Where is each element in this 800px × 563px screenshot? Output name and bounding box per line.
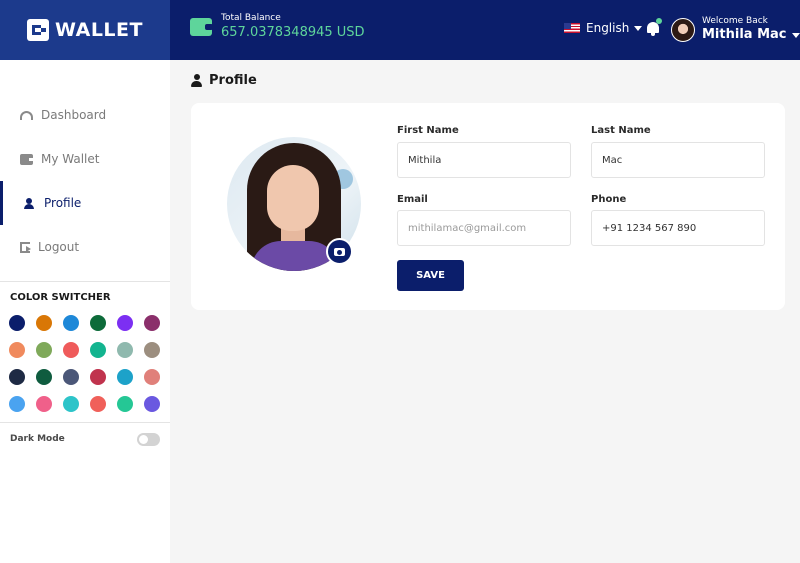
color-swatch[interactable] [90, 396, 106, 412]
first-name-field[interactable] [397, 142, 571, 178]
color-swatch[interactable] [117, 342, 133, 358]
sidebar-item-label: My Wallet [41, 152, 100, 166]
color-swatch[interactable] [117, 369, 133, 385]
wallet-logo-icon [27, 19, 50, 41]
sidebar-item-label: Dashboard [41, 108, 107, 122]
notification-bell-icon[interactable] [646, 18, 662, 37]
color-swatch[interactable] [63, 369, 79, 385]
color-swatch[interactable] [63, 342, 79, 358]
email-field[interactable] [397, 210, 571, 246]
color-swatch[interactable] [9, 396, 25, 412]
sidebar-item-dashboard[interactable]: Dashboard [0, 93, 170, 137]
color-swatch[interactable] [36, 315, 52, 331]
color-swatch[interactable] [63, 396, 79, 412]
phone-label: Phone [591, 194, 627, 205]
dashboard-icon [20, 110, 33, 120]
chevron-down-icon [791, 33, 800, 38]
color-swatch[interactable] [9, 342, 25, 358]
color-swatch[interactable] [90, 369, 106, 385]
total-balance: Total Balance 657.0378348945 USD [190, 12, 365, 41]
sidebar-item-my-wallet[interactable]: My Wallet [0, 137, 170, 181]
first-name-label: First Name [397, 125, 459, 136]
dark-mode-toggle[interactable] [137, 433, 160, 446]
user-name: Mithila Mac [702, 27, 800, 43]
balance-value: 657.0378348945 USD [221, 25, 365, 40]
color-swatch[interactable] [90, 342, 106, 358]
dark-mode-label: Dark Mode [10, 434, 65, 444]
balance-label: Total Balance [221, 13, 281, 23]
color-swatch[interactable] [36, 396, 52, 412]
language-selector[interactable]: English [564, 21, 643, 35]
profile-card: First Name Last Name Email Phone SAVE [191, 103, 785, 310]
sidebar: Dashboard My Wallet Profile Logout COLOR… [0, 60, 170, 563]
camera-icon[interactable] [326, 238, 353, 265]
page-title: Profile [191, 73, 257, 88]
chevron-down-icon [634, 25, 643, 31]
us-flag-icon [564, 23, 580, 33]
notification-dot [656, 18, 662, 24]
color-swatch[interactable] [117, 396, 133, 412]
user-icon [23, 197, 36, 209]
color-swatch[interactable] [117, 315, 133, 331]
last-name-label: Last Name [591, 125, 651, 136]
color-swatch[interactable] [36, 369, 52, 385]
phone-field[interactable] [591, 210, 765, 246]
sidebar-item-logout[interactable]: Logout [0, 225, 170, 269]
color-swatch[interactable] [90, 315, 106, 331]
color-swatch[interactable] [144, 342, 160, 358]
sidebar-item-profile[interactable]: Profile [0, 181, 170, 225]
color-switcher-title: COLOR SWITCHER [10, 292, 111, 303]
divider [0, 422, 170, 423]
color-swatch[interactable] [36, 342, 52, 358]
top-bar: WALLET Total Balance 657.0378348945 USD … [0, 0, 800, 60]
welcome-text: Welcome Back [702, 16, 768, 26]
logout-icon [20, 241, 31, 253]
color-swatch[interactable] [144, 369, 160, 385]
language-label: English [586, 21, 630, 35]
email-label: Email [397, 194, 428, 205]
wallet-icon [190, 17, 213, 36]
sidebar-item-label: Profile [44, 196, 82, 210]
color-swatch[interactable] [144, 315, 160, 331]
last-name-field[interactable] [591, 142, 765, 178]
color-swatch[interactable] [144, 396, 160, 412]
user-menu[interactable]: Welcome Back Mithila Mac [671, 16, 800, 43]
user-icon [191, 74, 202, 87]
wallet-icon [20, 153, 33, 165]
color-swatch[interactable] [9, 315, 25, 331]
brand-name: WALLET [55, 19, 143, 41]
divider [0, 281, 170, 282]
page-title-text: Profile [209, 73, 257, 88]
sidebar-item-label: Logout [38, 240, 80, 254]
avatar [671, 17, 695, 42]
color-swatch[interactable] [63, 315, 79, 331]
save-button[interactable]: SAVE [397, 260, 464, 291]
color-swatch[interactable] [9, 369, 25, 385]
brand[interactable]: WALLET [0, 0, 170, 60]
